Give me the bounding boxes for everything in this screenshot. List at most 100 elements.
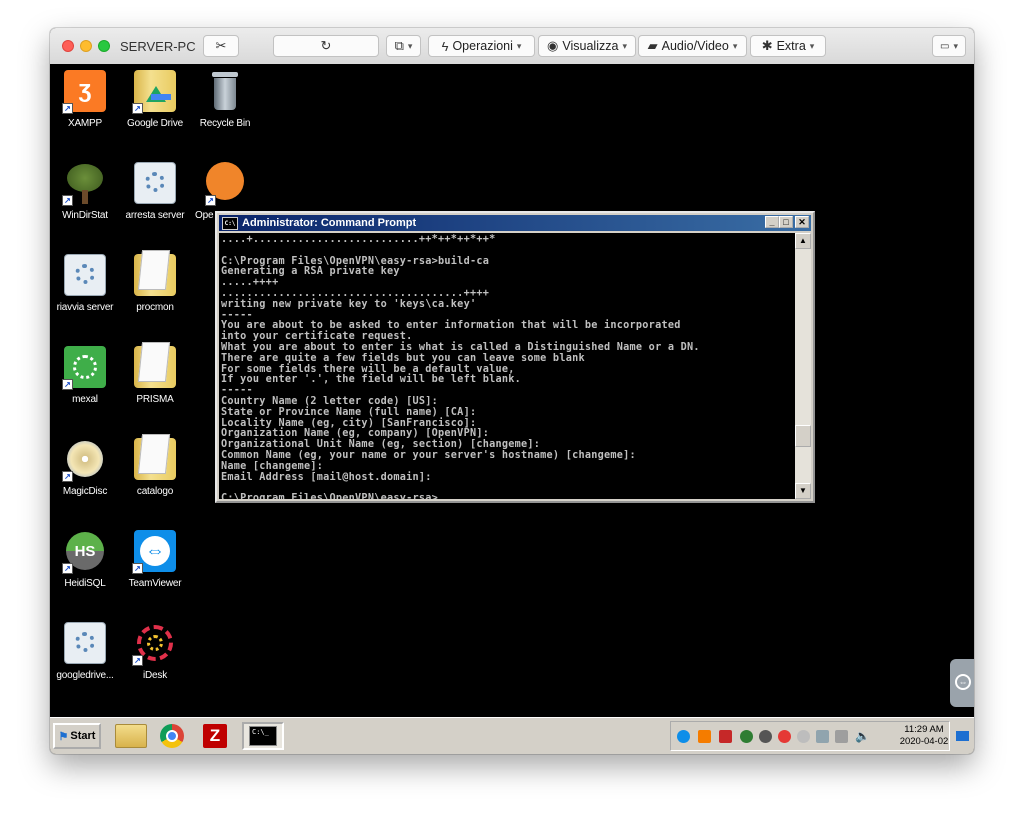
security-tray-icon[interactable] [759,730,772,743]
volume-icon[interactable]: 🔈 [855,730,871,743]
desktop-icon-google-drive[interactable]: ↗ Google Drive [117,70,193,129]
operazioni-menu[interactable]: ϟ Operazioni ▾ [428,35,535,57]
copy-menu-button[interactable]: ⧉ ▾ [386,35,421,57]
teamviewer-icon: ⇔ ↗ [132,530,176,574]
scroll-down-arrow[interactable]: ▼ [795,483,811,499]
desktop-icon-xampp[interactable]: ʒ ↗ XAMPP [50,70,123,129]
remote-desktop: ʒ ↗ XAMPP ↗ Google Drive Recycle Bin ↗ W… [50,64,974,717]
window-title: SERVER-PC [120,39,196,54]
cmd-close-button[interactable]: ✕ [795,216,809,228]
refresh-button[interactable]: ↻ [273,35,379,57]
desktop-icon-label: catalogo [136,486,174,497]
desktop-icon-prisma[interactable]: PRISMA [117,342,193,405]
window-titlebar: SERVER-PC ✂ ↻ ⧉ ▾ ϟ Operazioni ▾ ◉ Visual… [50,28,974,65]
scroll-up-arrow[interactable]: ▲ [795,233,811,249]
desktop-icon-label: WinDirStat [62,210,108,221]
desktop-icon-label: iDesk [142,670,167,681]
desktop-icon-magicdisc[interactable]: ↗ MagicDisc [50,438,123,497]
network-tray-icon[interactable] [740,730,753,743]
terminal-icon: ▭ [940,40,950,52]
cmd-minimize-button[interactable]: _ [765,216,779,228]
desktop-icon-arresta-server[interactable]: arresta server [117,162,193,221]
xampp-tray-icon[interactable] [698,730,711,743]
desktop-icon-label: mexal [72,394,98,405]
desktop-icon-heidisql[interactable]: HS ↗ HeidiSQL [50,530,123,589]
command-prompt-icon: C:\_ [249,726,277,746]
show-desktop-icon[interactable] [956,731,969,741]
desktop-icon-recycle-bin[interactable]: Recycle Bin [187,70,263,129]
desktop-icon-teamviewer[interactable]: ⇔ ↗ TeamViewer [117,530,193,589]
teamviewer-side-widget[interactable]: ⇔ [950,659,974,707]
chevron-down-icon: ▾ [953,40,958,51]
magicdisc-icon: ↗ [62,438,106,482]
flag-tray-icon[interactable] [816,730,829,743]
desktop-icon-catalogo[interactable]: catalogo [117,434,193,497]
taskbar-clock[interactable]: 11:29 AM 2020-04-02 [897,724,951,748]
ctrl-alt-del-icon: ✂ [215,38,227,53]
desktop-icon-label: procmon [136,302,174,313]
google-drive-folder-icon: ↗ [132,70,176,114]
eye-icon: ◉ [547,38,559,53]
refresh-icon: ↻ [320,38,332,53]
system-tray: 🔈 11:29 AM 2020-04-02 [670,721,950,751]
teamviewer-icon: ⇔ [955,674,971,690]
gear-shortcut-icon [134,162,176,204]
remote-desktop-window: SERVER-PC ✂ ↻ ⧉ ▾ ϟ Operazioni ▾ ◉ Visual… [50,28,974,754]
desktop-icon-label: XAMPP [67,118,102,129]
visualizza-label: Visualizza [562,39,619,53]
windows-flag-icon: ⚑ [58,730,69,743]
desktop-icon-windirstat[interactable]: ↗ WinDirStat [50,162,123,221]
taskbar-explorer-button[interactable] [108,722,154,750]
folder-icon [134,250,176,296]
desktop-icon-riavvia-server[interactable]: riavvia server [50,254,123,313]
explorer-folder-icon [115,724,147,748]
windirstat-tree-icon: ↗ [62,162,106,206]
teamviewer-tray-icon[interactable] [677,730,690,743]
console-scrollbar[interactable]: ▲ ▼ [795,233,811,499]
chrome-icon [160,724,184,748]
desktop-icon-mexal[interactable]: ↗ mexal [50,346,123,405]
antivirus-tray-icon[interactable] [778,730,791,743]
visualizza-menu[interactable]: ◉ Visualizza ▾ [538,35,636,57]
operazioni-label: Operazioni [452,39,513,53]
scroll-thumb[interactable] [795,425,811,447]
audio-video-menu[interactable]: ▰ Audio/Video ▾ [638,35,747,57]
start-label: Start [70,730,96,742]
dropbox-tray-icon[interactable] [797,730,810,743]
command-prompt-window[interactable]: C:\ Administrator: Command Prompt _ □ ✕ … [215,211,815,503]
start-button[interactable]: ⚑ Start [53,723,101,749]
command-prompt-titlebar[interactable]: C:\ Administrator: Command Prompt _ □ ✕ [219,215,811,231]
chevron-down-icon: ▾ [809,40,815,51]
desktop-icon-googledrive-shortcut[interactable]: googledrive... [50,622,123,681]
chat-bubble-icon: ▰ [647,38,658,53]
lightning-icon: ϟ [441,38,449,54]
help-tray-icon[interactable] [719,730,732,743]
taskbar-filezilla-button[interactable]: Z [200,722,230,750]
desktop-icon-label: PRISMA [136,394,174,405]
command-prompt-title: Administrator: Command Prompt [242,217,417,229]
minimize-window-button[interactable] [80,40,92,52]
close-window-button[interactable] [62,40,74,52]
desktop-icon-label: googledrive... [56,670,114,681]
desktop-icon-label: MagicDisc [62,486,108,497]
taskbar-chrome-button[interactable] [157,722,187,750]
console-text: ....+..........................++*++*++*… [221,234,700,499]
filezilla-icon: Z [203,724,227,748]
desktop-icon-procmon[interactable]: procmon [117,250,193,313]
chevron-down-icon: ▾ [516,40,522,51]
ctrl-alt-del-button[interactable]: ✂ [203,35,239,57]
xampp-icon: ʒ ↗ [62,70,106,114]
copy-icon: ⧉ [394,38,404,53]
extra-menu[interactable]: ✱ Extra ▾ [750,35,826,57]
heidisql-icon: HS ↗ [62,530,106,574]
console-output[interactable]: ....+..........................++*++*++*… [219,233,797,499]
cmd-maximize-button[interactable]: □ [779,216,793,228]
zoom-window-button[interactable] [98,40,110,52]
desktop-icon-idesk[interactable]: ↗ iDesk [117,622,193,681]
display-tray-icon[interactable] [835,730,848,743]
desktop-icon-label: Google Drive [127,118,183,129]
terminal-menu-button[interactable]: ▭ ▾ [932,35,966,57]
folder-icon [134,342,176,388]
taskbar-cmd-button[interactable]: C:\_ [242,722,284,750]
audio-video-label: Audio/Video [661,39,729,53]
